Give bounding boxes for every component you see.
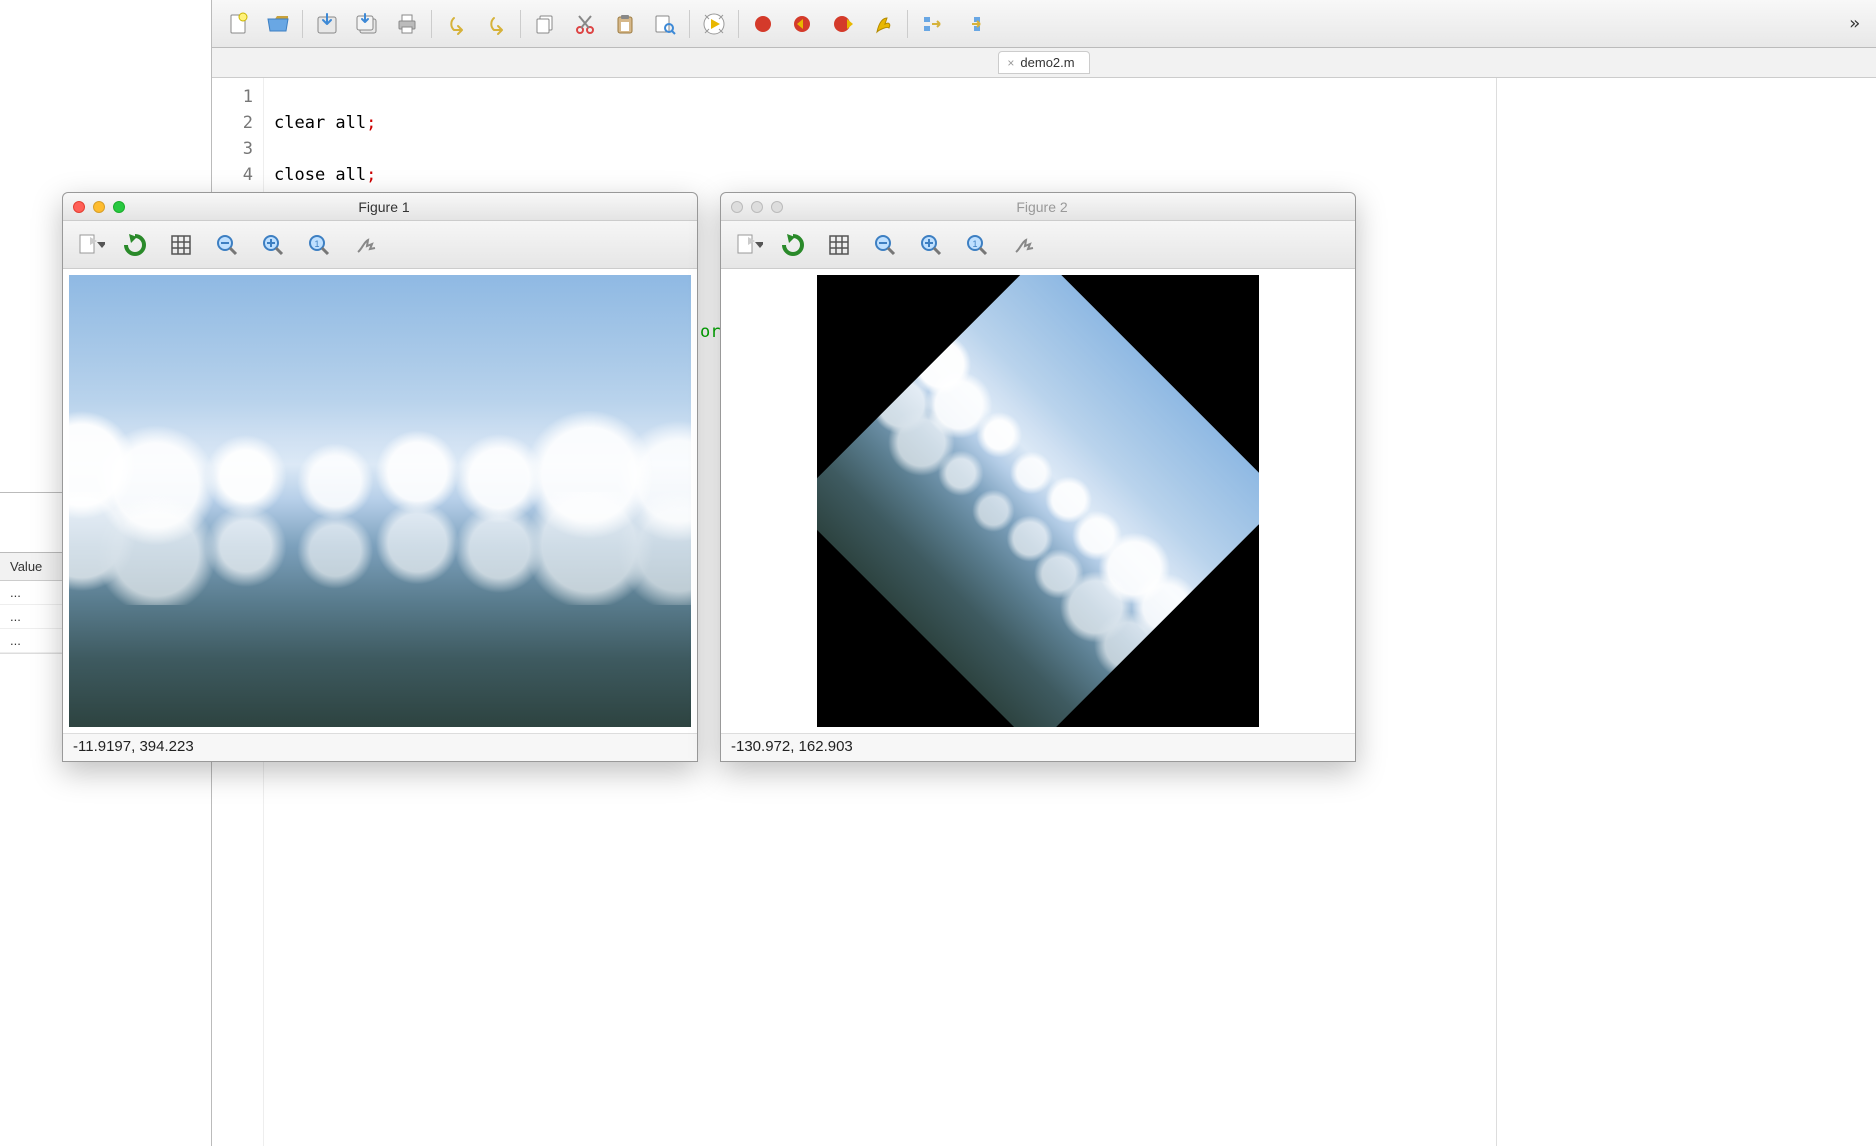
window-close-icon[interactable]: [73, 201, 85, 213]
figure-canvas-wrap: [63, 269, 697, 733]
axes-tool-icon[interactable]: [1007, 229, 1039, 261]
figure-canvas-wrap: [721, 269, 1355, 733]
zoom-out-icon[interactable]: [869, 229, 901, 261]
window-minimize-icon[interactable]: [93, 201, 105, 213]
figure-titlebar[interactable]: Figure 2: [721, 193, 1355, 221]
save-icon[interactable]: [309, 6, 345, 42]
rotated-aerial-image: [817, 275, 1259, 727]
window-zoom-icon[interactable]: [771, 201, 783, 213]
figure-window-1[interactable]: Figure 1 1 -11.9197, 394.223: [62, 192, 698, 762]
editor-right-pane: [1496, 78, 1876, 1146]
toolbar-separator: [738, 10, 739, 38]
redo-icon[interactable]: [478, 6, 514, 42]
toolbar-separator: [520, 10, 521, 38]
line-number: 2: [218, 110, 253, 136]
code-punct: ;: [366, 113, 376, 133]
figure-status: -130.972, 162.903: [721, 733, 1355, 761]
step-back-icon[interactable]: [785, 6, 821, 42]
toolbar-overflow-icon[interactable]: »: [1841, 13, 1868, 34]
aerial-image: [69, 275, 691, 727]
code-punct: ;: [366, 165, 376, 185]
toolbar-separator: [302, 10, 303, 38]
line-number: 4: [218, 162, 253, 188]
figure-window-2[interactable]: Figure 2 1: [720, 192, 1356, 762]
window-zoom-icon[interactable]: [113, 201, 125, 213]
figure-title: Figure 1: [133, 199, 635, 215]
save-all-icon[interactable]: [349, 6, 385, 42]
paste-icon[interactable]: [607, 6, 643, 42]
toolbar-separator: [431, 10, 432, 38]
figure-canvas[interactable]: [727, 275, 1349, 727]
grid-icon[interactable]: [165, 229, 197, 261]
axes-tool-icon[interactable]: [349, 229, 381, 261]
line-number: 1: [218, 84, 253, 110]
step-in-icon[interactable]: [914, 6, 950, 42]
figure-canvas[interactable]: [69, 275, 691, 727]
breakpoint-icon[interactable]: [745, 6, 781, 42]
editor-tab-label: demo2.m: [1020, 55, 1074, 70]
toolbar-separator: [907, 10, 908, 38]
undo-icon[interactable]: [438, 6, 474, 42]
zoom-out-icon[interactable]: [211, 229, 243, 261]
figure-toolbar: 1: [721, 221, 1355, 269]
zoom-original-icon[interactable]: 1: [961, 229, 993, 261]
clear-breakpoints-icon[interactable]: [865, 6, 901, 42]
window-minimize-icon[interactable]: [751, 201, 763, 213]
pan-tool-icon[interactable]: [731, 229, 763, 261]
zoom-in-icon[interactable]: [915, 229, 947, 261]
grid-icon[interactable]: [823, 229, 855, 261]
step-out-icon[interactable]: [954, 6, 990, 42]
figure-toolbar: 1: [63, 221, 697, 269]
figure-status: -11.9197, 394.223: [63, 733, 697, 761]
toolbar-separator: [689, 10, 690, 38]
open-folder-icon[interactable]: [260, 6, 296, 42]
rotated-image-container: [817, 275, 1259, 727]
figure-title: Figure 2: [791, 199, 1293, 215]
print-icon[interactable]: [389, 6, 425, 42]
line-number: 3: [218, 136, 253, 162]
window-close-icon[interactable]: [731, 201, 743, 213]
svg-text:1: 1: [314, 239, 319, 249]
editor-tabbar: × demo2.m: [212, 48, 1876, 78]
rotate-icon[interactable]: [777, 229, 809, 261]
code-text: close all: [274, 165, 366, 185]
new-file-icon[interactable]: [220, 6, 256, 42]
pan-tool-icon[interactable]: [73, 229, 105, 261]
copy-icon[interactable]: [527, 6, 563, 42]
zoom-in-icon[interactable]: [257, 229, 289, 261]
step-forward-icon[interactable]: [825, 6, 861, 42]
svg-text:1: 1: [972, 239, 977, 249]
find-icon[interactable]: [647, 6, 683, 42]
cut-icon[interactable]: [567, 6, 603, 42]
rotate-icon[interactable]: [119, 229, 151, 261]
main-toolbar: »: [212, 0, 1876, 48]
zoom-original-icon[interactable]: 1: [303, 229, 335, 261]
run-icon[interactable]: [696, 6, 732, 42]
editor-tab[interactable]: × demo2.m: [998, 51, 1089, 74]
close-icon[interactable]: ×: [1007, 56, 1014, 70]
figure-titlebar[interactable]: Figure 1: [63, 193, 697, 221]
code-text: clear all: [274, 113, 366, 133]
